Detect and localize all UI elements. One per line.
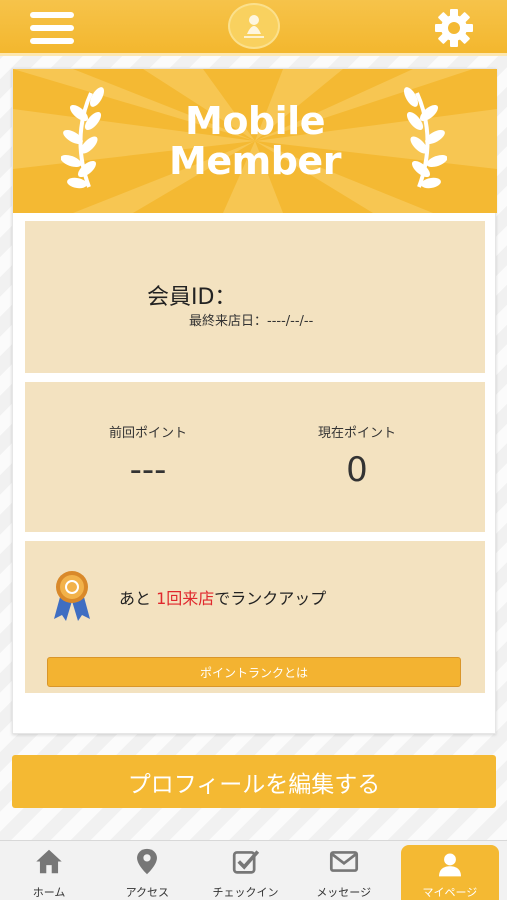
rank-suffix: でランクアップ [214, 589, 327, 608]
member-banner: Mobile Member [13, 69, 497, 213]
member-card: Mobile Member 会員ID： 最終来店日：----/--/-- 前回ポ… [12, 68, 497, 734]
tab-label: アクセス [125, 886, 170, 899]
edit-profile-button[interactable]: プロフィールを編集する [12, 755, 496, 808]
tab-label: チェックイン [212, 886, 279, 899]
rank-up-message: あと 1回来店でランクアップ [119, 585, 326, 609]
tab-label: メッセージ [316, 886, 372, 899]
home-icon [36, 849, 62, 874]
points-panel: 前回ポイント --- 現在ポイント 0 [25, 382, 485, 532]
bottom-tab-bar: ホーム アクセス チェックイン メッセージ マイページ [0, 840, 507, 900]
rank-panel: あと 1回来店でランクアップ ポイントランクとは [25, 541, 485, 693]
mail-icon [329, 851, 358, 872]
banner-title-line1: Mobile [185, 99, 325, 143]
shop-logo [228, 3, 280, 49]
point-rank-info-button[interactable]: ポイントランクとは [47, 657, 461, 687]
rank-visit-count: 1回来店 [156, 589, 215, 608]
tab-mypage[interactable]: マイページ [400, 845, 500, 900]
checkbox-icon [232, 850, 259, 874]
last-visit-date: 最終来店日：----/--/-- [189, 314, 314, 329]
tab-label: ホーム [32, 886, 66, 899]
hamburger-icon[interactable] [30, 12, 74, 46]
top-bar [0, 0, 507, 56]
current-points-value: 0 [346, 450, 368, 490]
previous-points-value: --- [129, 450, 167, 490]
member-id-label: 会員ID： [147, 285, 237, 310]
rank-prefix: あと [119, 589, 157, 608]
tab-access[interactable]: アクセス [98, 841, 196, 900]
tab-message[interactable]: メッセージ [295, 841, 393, 900]
banner-title: Mobile Member [13, 101, 497, 181]
banner-title-line2: Member [169, 139, 341, 183]
previous-points-label: 前回ポイント [108, 426, 187, 441]
map-pin-icon [137, 848, 158, 875]
tab-home[interactable]: ホーム [0, 841, 98, 900]
current-points-label: 現在ポイント [317, 426, 396, 441]
tab-checkin[interactable]: チェックイン [196, 841, 294, 900]
tab-label: マイページ [422, 886, 478, 899]
gear-icon[interactable] [432, 6, 476, 50]
user-icon [438, 853, 461, 877]
medal-icon [54, 571, 90, 621]
member-info-panel: 会員ID： 最終来店日：----/--/-- [25, 221, 485, 373]
